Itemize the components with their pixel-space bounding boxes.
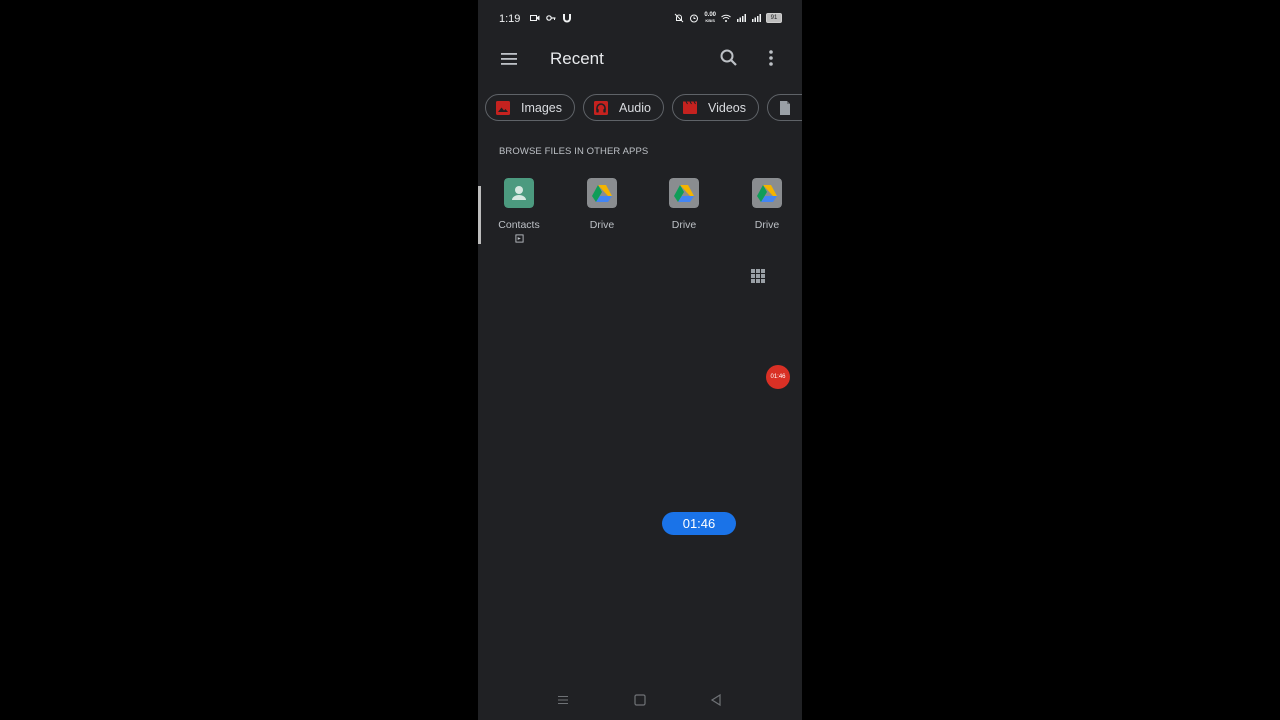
menu-icon[interactable]: [498, 48, 522, 70]
net-speed-unit: KB/S: [705, 18, 715, 23]
grid-view-icon[interactable]: [750, 268, 766, 284]
chip-documents[interactable]: D: [766, 94, 802, 121]
alarm-icon: [690, 14, 699, 23]
screen-recorder-bubble[interactable]: 01:46: [766, 365, 790, 389]
recents-menu-icon[interactable]: [555, 692, 571, 708]
signal-icon: [752, 14, 761, 22]
top-app-bar: Recent: [478, 38, 802, 80]
google-drive-icon: [587, 178, 617, 208]
bell-off-icon: [674, 13, 684, 23]
chip-label: Images: [521, 100, 562, 115]
battery-indicator: 91: [766, 13, 782, 23]
app-label: Contacts: [498, 219, 540, 231]
chip-images[interactable]: Images: [485, 94, 575, 121]
app-item-contacts[interactable]: Contacts: [484, 176, 554, 243]
headphones-icon: [594, 100, 608, 115]
google-drive-icon: [669, 178, 699, 208]
chip-audio[interactable]: Audio: [583, 94, 664, 121]
page-title: Recent: [550, 49, 604, 68]
app-label: Drive: [754, 219, 780, 231]
home-square-icon[interactable]: [632, 692, 648, 708]
chip-videos[interactable]: Videos: [671, 94, 759, 121]
chip-label: Videos: [707, 100, 746, 115]
back-triangle-icon[interactable]: [708, 692, 724, 708]
app-item-drive[interactable]: Drive: [567, 176, 637, 231]
open-external-icon: [514, 234, 524, 243]
key-icon: [546, 15, 556, 21]
contacts-icon: [504, 178, 534, 208]
search-icon[interactable]: [718, 47, 740, 69]
network-speed: 0.00 KB/S: [704, 12, 716, 24]
wifi-icon: [721, 14, 731, 22]
image-icon: [496, 100, 510, 115]
magnet-icon: [563, 14, 571, 23]
google-drive-icon: [752, 178, 782, 208]
film-icon: [682, 100, 697, 114]
recording-timer: 01:46: [662, 512, 736, 535]
status-bar: 1:19 0.00 KB/S 91: [478, 0, 802, 38]
other-apps-list: Contacts Drive Drive Drive: [478, 176, 802, 256]
app-label: Drive: [589, 219, 615, 231]
category-chips: Images Audio Videos: [485, 94, 802, 121]
app-item-drive[interactable]: Drive: [732, 176, 802, 231]
phone-screen: 1:19 0.00 KB/S 91 Recent Images Audio Vi…: [478, 0, 802, 720]
video-camera-icon: [530, 15, 540, 21]
document-icon: [779, 100, 790, 115]
more-vert-icon[interactable]: [760, 47, 782, 69]
app-item-drive[interactable]: Drive: [649, 176, 719, 231]
navigation-bar: [478, 684, 802, 720]
app-label: Drive: [671, 219, 697, 231]
signal-icon: [737, 14, 746, 22]
chip-label: Audio: [619, 100, 651, 115]
status-time: 1:19: [499, 13, 521, 25]
section-heading: BROWSE FILES IN OTHER APPS: [499, 146, 649, 157]
